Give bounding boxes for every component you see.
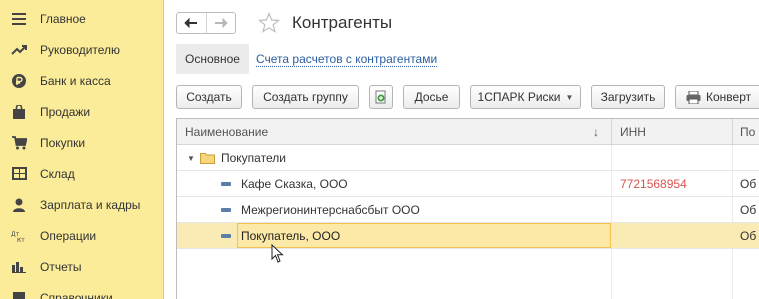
row-third: Об bbox=[740, 229, 757, 243]
warehouse-icon bbox=[11, 166, 27, 182]
arrow-left-icon bbox=[184, 18, 198, 28]
sidebar-item-operations[interactable]: Дт Кт Операции bbox=[0, 220, 163, 251]
main-panel: Контрагенты Основное Счета расчетов с ко… bbox=[164, 0, 759, 299]
sidebar-item-label: Склад bbox=[40, 166, 75, 181]
page-title: Контрагенты bbox=[292, 13, 393, 32]
create-group-button[interactable]: Создать группу bbox=[252, 85, 359, 109]
sidebar-item-salary[interactable]: Зарплата и кадры bbox=[0, 189, 163, 220]
dossier-button[interactable]: Досье bbox=[403, 85, 460, 109]
sidebar-item-catalogs[interactable]: Справочники bbox=[0, 282, 163, 299]
row-third: Об bbox=[740, 177, 757, 191]
row-name: Покупатель, ООО bbox=[241, 229, 341, 243]
table-row-selected[interactable]: Покупатель, ООО Об bbox=[177, 223, 759, 249]
sidebar-item-label: Операции bbox=[40, 228, 97, 243]
tab-accounts-link[interactable]: Счета расчетов с контрагентами bbox=[256, 44, 438, 74]
expand-triangle-icon[interactable]: ▼ bbox=[187, 145, 195, 171]
sidebar-item-warehouse[interactable]: Склад bbox=[0, 158, 163, 189]
dt-kt-icon: Дт Кт bbox=[11, 228, 27, 244]
sidebar-item-main[interactable]: Главное bbox=[0, 3, 163, 34]
copy-button[interactable] bbox=[369, 85, 393, 109]
sidebar-item-bank[interactable]: Банк и касса bbox=[0, 65, 163, 96]
svg-text:Кт: Кт bbox=[17, 237, 25, 243]
sidebar-item-label: Отчеты bbox=[40, 259, 82, 274]
bag-icon bbox=[11, 104, 27, 120]
forward-button[interactable] bbox=[205, 13, 236, 33]
history-nav bbox=[176, 12, 236, 34]
back-button[interactable] bbox=[177, 13, 206, 33]
table-row[interactable]: Межрегионинтерснабсбыт ООО Об bbox=[177, 197, 759, 223]
sidebar-item-label: Руководителю bbox=[40, 42, 121, 57]
envelope-button[interactable]: Конверт bbox=[675, 85, 759, 109]
sidebar-item-label: Главное bbox=[40, 11, 86, 26]
row-name: Кафе Сказка, ООО bbox=[241, 177, 348, 191]
row-inn: 7721568954 bbox=[620, 177, 687, 191]
arrow-right-icon bbox=[214, 18, 228, 28]
ruble-icon bbox=[11, 73, 27, 89]
tab-accounts-label: Счета расчетов с контрагентами bbox=[256, 51, 438, 67]
spark-risks-label: 1СПАРК Риски bbox=[477, 90, 561, 104]
mouse-cursor-icon bbox=[271, 244, 284, 263]
item-dash-icon bbox=[221, 223, 231, 249]
sidebar-item-label: Банк и касса bbox=[40, 73, 111, 88]
sidebar-item-label: Справочники bbox=[40, 290, 113, 299]
sidebar-item-reports[interactable]: Отчеты bbox=[0, 251, 163, 282]
sidebar-item-manager[interactable]: Руководителю bbox=[0, 34, 163, 65]
printer-icon bbox=[686, 90, 701, 104]
table-row[interactable]: Кафе Сказка, ООО 7721568954 Об bbox=[177, 171, 759, 197]
trend-icon bbox=[11, 42, 27, 58]
cart-icon bbox=[11, 135, 27, 151]
group-label: Покупатели bbox=[221, 151, 286, 165]
sidebar: Главное Руководителю Банк и касса Продаж… bbox=[0, 0, 164, 299]
sidebar-item-label: Продажи bbox=[40, 104, 91, 119]
bar-chart-icon bbox=[11, 259, 27, 275]
copy-document-icon bbox=[375, 90, 386, 103]
spark-risks-dropdown[interactable]: 1СПАРК Риски ▼ bbox=[470, 85, 581, 109]
sidebar-item-label: Покупки bbox=[40, 135, 86, 150]
folder-icon bbox=[200, 145, 215, 171]
person-icon bbox=[11, 197, 27, 213]
create-button[interactable]: Создать bbox=[176, 85, 242, 109]
favorite-star-icon[interactable] bbox=[257, 11, 281, 34]
menu-icon bbox=[11, 11, 27, 27]
sidebar-item-purchases[interactable]: Покупки bbox=[0, 127, 163, 158]
column-header-inn[interactable]: ИНН bbox=[620, 119, 646, 145]
envelope-label: Конверт bbox=[706, 90, 752, 104]
sidebar-item-label: Зарплата и кадры bbox=[40, 197, 141, 212]
tab-main[interactable]: Основное bbox=[176, 44, 249, 74]
item-dash-icon bbox=[221, 171, 231, 197]
counterparties-table: Наименование ↓ ИНН По ▼ Покупатели Кафе … bbox=[176, 118, 759, 299]
load-button[interactable]: Загрузить bbox=[591, 85, 665, 109]
column-header-third[interactable]: По bbox=[740, 119, 755, 145]
item-dash-icon bbox=[221, 197, 231, 223]
book-icon bbox=[11, 290, 27, 299]
table-header: Наименование ↓ ИНН По bbox=[177, 119, 759, 145]
sort-arrow-icon[interactable]: ↓ bbox=[593, 119, 599, 145]
chevron-down-icon: ▼ bbox=[565, 92, 574, 102]
row-third: Об bbox=[740, 203, 757, 217]
table-group-row[interactable]: ▼ Покупатели bbox=[177, 145, 759, 171]
row-name: Межрегионинтерснабсбыт ООО bbox=[241, 203, 420, 217]
sidebar-item-sales[interactable]: Продажи bbox=[0, 96, 163, 127]
column-header-name[interactable]: Наименование bbox=[185, 119, 268, 145]
